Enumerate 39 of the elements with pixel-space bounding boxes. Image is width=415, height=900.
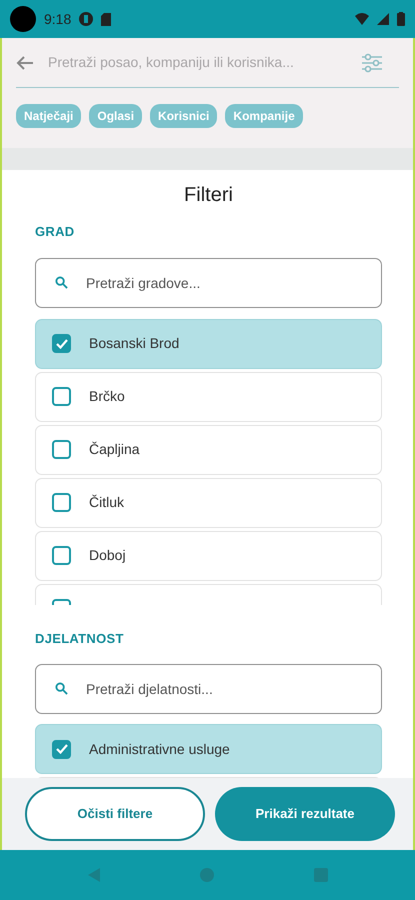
option-row[interactable]: Čitluk [35, 478, 382, 528]
checkbox[interactable] [52, 440, 71, 459]
checkbox[interactable] [52, 387, 71, 406]
checkbox[interactable] [52, 740, 71, 758]
option-label: Doboj [89, 546, 126, 565]
sheet-title: Filteri [183, 183, 234, 208]
show-results-button[interactable]: Prikaži rezultate [215, 787, 395, 841]
check-icon [56, 744, 68, 754]
search-field[interactable]: Pretraži gradove... [35, 258, 382, 308]
app-notification-icon [79, 12, 94, 26]
check-icon [56, 338, 68, 348]
search-field[interactable]: Pretraži posao, kompaniju ili korisnika... [46, 51, 349, 74]
option-label: Administrativne usluge [89, 740, 230, 759]
option-label: Čapljina [89, 440, 140, 459]
signal-icon [377, 13, 389, 25]
checkbox[interactable] [52, 334, 71, 353]
option-row[interactable]: Bosanski Brod [35, 318, 382, 368]
option-label: Bosanski Brod [89, 334, 180, 353]
clear-filters-button[interactable]: Očisti filtere [25, 787, 205, 841]
back-arrow-icon[interactable] [16, 54, 34, 70]
search-icon [55, 276, 68, 288]
checkbox[interactable] [52, 493, 71, 512]
search-field[interactable]: Pretraži djelatnosti... [35, 664, 382, 714]
section-label: GRAD [35, 223, 76, 241]
clock: 9:18 [44, 10, 72, 28]
option-row[interactable]: Doboj [35, 530, 382, 580]
section-label: DJELATNOST [35, 630, 125, 648]
filter-settings-icon[interactable] [361, 52, 383, 72]
sim-card-icon [101, 12, 112, 26]
checkbox[interactable] [52, 546, 71, 565]
option-row[interactable]: Brčko [35, 372, 382, 422]
option-label: Čitluk [89, 493, 124, 512]
battery-icon [397, 12, 405, 26]
option-label: Brčko [89, 387, 125, 406]
wifi-icon [355, 13, 369, 25]
search-icon [55, 682, 68, 695]
option-row[interactable]: Čapljina [35, 424, 382, 474]
option-row[interactable]: Administrativne usluge [35, 724, 382, 774]
camera-cutout-icon [10, 6, 36, 32]
